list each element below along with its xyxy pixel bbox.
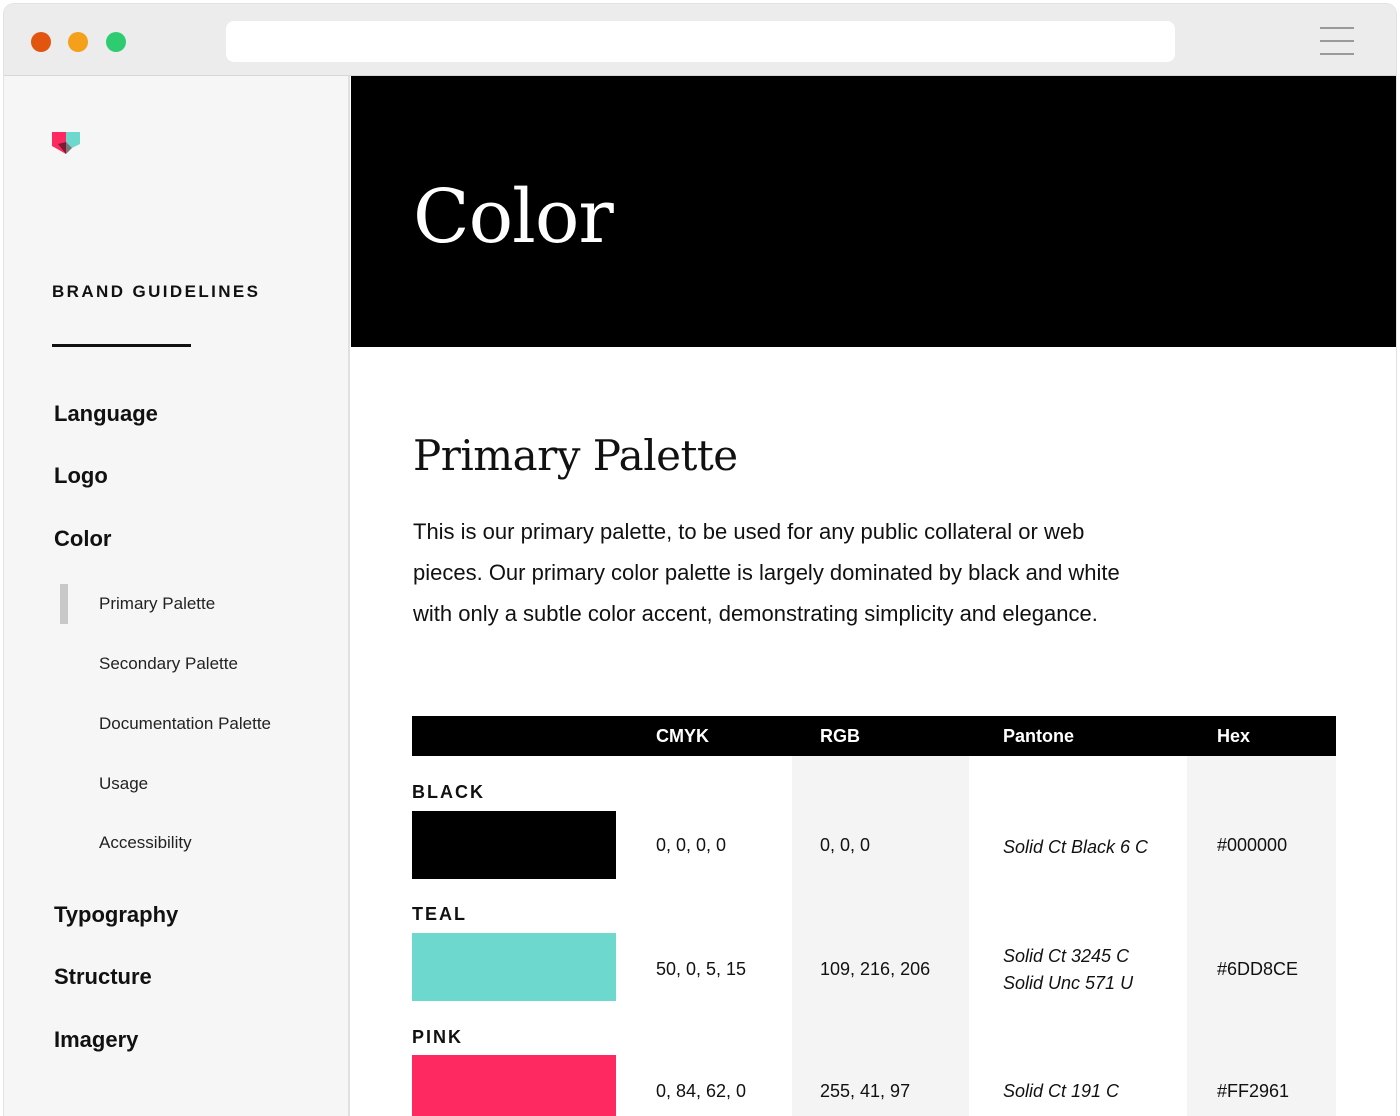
sidebar: BRAND GUIDELINES Language Logo Color Pri… <box>4 76 350 1116</box>
subnav-item-documentation-palette[interactable]: Documentation Palette <box>99 714 271 734</box>
rgb-column-shade <box>792 756 969 1116</box>
swatch-label-pink: PINK <box>412 1027 464 1047</box>
zoom-window-button[interactable] <box>106 32 126 52</box>
close-window-button[interactable] <box>31 32 51 52</box>
pantone-value: Solid Ct 3245 C <box>1003 946 1130 966</box>
address-bar[interactable] <box>226 21 1175 62</box>
hero-banner: Color <box>351 76 1396 347</box>
minimize-window-button[interactable] <box>68 32 88 52</box>
main-content: Primary Palette This is our primary pale… <box>351 347 1396 1116</box>
subnav-item-primary-palette[interactable]: Primary Palette <box>99 594 215 614</box>
header-cmyk: CMYK <box>656 726 709 746</box>
brand-guidelines-title: BRAND GUIDELINES <box>52 282 261 301</box>
brand-logo-icon <box>52 132 80 154</box>
description-line: pieces. Our primary color palette is lar… <box>413 560 1120 585</box>
hex-value: #6DD8CE <box>1217 959 1299 979</box>
palette-table-header: CMYK RGB Pantone Hex <box>412 716 1336 756</box>
cmyk-value: 0, 84, 62, 0 <box>656 1081 747 1101</box>
hex-value: #FF2961 <box>1217 1081 1290 1101</box>
rgb-value: 255, 41, 97 <box>820 1081 911 1101</box>
page-title: Color <box>413 174 614 260</box>
active-subnav-indicator <box>60 584 68 624</box>
cmyk-value: 50, 0, 5, 15 <box>656 959 747 979</box>
description-line: with only a subtle color accent, demonst… <box>413 601 1098 626</box>
hamburger-menu-icon[interactable] <box>1320 27 1354 57</box>
title-bar <box>4 4 1396 76</box>
rgb-value: 109, 216, 206 <box>820 959 931 979</box>
header-hex: Hex <box>1217 726 1251 746</box>
nav-item-imagery[interactable]: Imagery <box>54 1027 138 1053</box>
section-description: This is our primary palette, to be used … <box>413 511 1223 634</box>
subnav-item-secondary-palette[interactable]: Secondary Palette <box>99 654 238 674</box>
nav-item-logo[interactable]: Logo <box>54 463 108 489</box>
header-rgb: RGB <box>820 726 860 746</box>
swatch-teal <box>412 933 616 1001</box>
swatch-label-black: BLACK <box>412 782 485 802</box>
brand-title-divider <box>52 344 191 347</box>
header-pantone: Pantone <box>1003 726 1075 746</box>
pantone-value: Solid Ct 191 C <box>1003 1081 1120 1101</box>
pantone-value: Solid Ct Black 6 C <box>1003 837 1149 857</box>
hex-value: #000000 <box>1217 835 1288 855</box>
nav-item-structure[interactable]: Structure <box>54 964 152 990</box>
subnav-item-accessibility[interactable]: Accessibility <box>99 833 192 853</box>
section-title: Primary Palette <box>413 431 738 480</box>
pantone-value: Solid Unc 571 U <box>1003 973 1134 993</box>
nav-item-typography[interactable]: Typography <box>54 902 178 928</box>
hex-column-shade <box>1187 756 1336 1116</box>
subnav-item-usage[interactable]: Usage <box>99 774 148 794</box>
swatch-pink <box>412 1055 616 1116</box>
nav-item-color[interactable]: Color <box>54 526 111 552</box>
swatch-black <box>412 811 616 879</box>
description-line: This is our primary palette, to be used … <box>413 519 1085 544</box>
cmyk-value: 0, 0, 0, 0 <box>656 835 727 855</box>
swatch-label-teal: TEAL <box>412 904 467 924</box>
rgb-value: 0, 0, 0 <box>820 835 871 855</box>
browser-window: BRAND GUIDELINES Language Logo Color Pri… <box>4 4 1396 1116</box>
nav-item-language[interactable]: Language <box>54 401 158 427</box>
